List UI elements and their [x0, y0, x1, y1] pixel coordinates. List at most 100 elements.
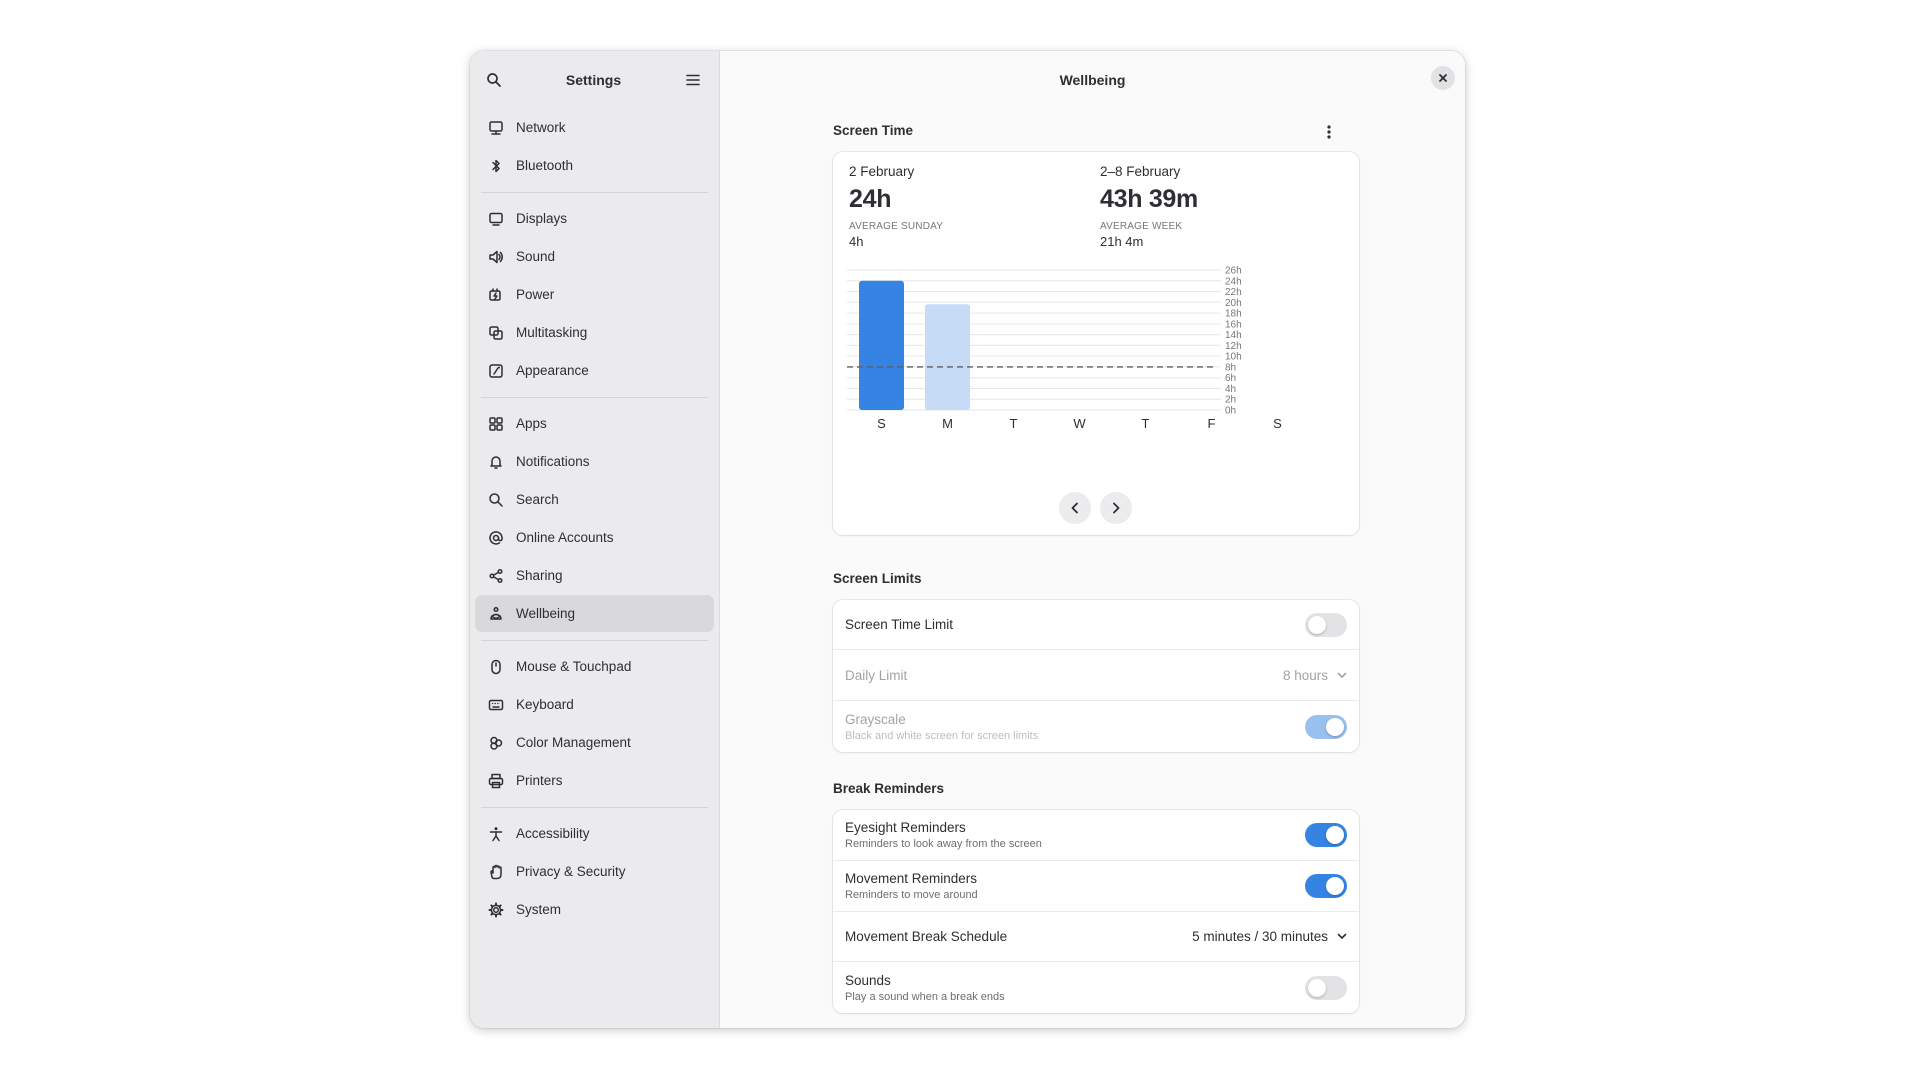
close-icon — [1439, 74, 1447, 82]
y-tick-label: 16h — [1225, 319, 1242, 330]
sidebar-item-appearance[interactable]: Appearance — [475, 352, 714, 389]
sidebar-item-printers[interactable]: Printers — [475, 762, 714, 799]
chevron-down-icon — [1337, 672, 1347, 678]
x-tick-label: S — [877, 416, 886, 431]
screen-limits-section-title: Screen Limits — [833, 571, 922, 586]
screen-time-card: 2 February 24h AVERAGE SUNDAY 4h 2–8 Feb… — [833, 152, 1359, 535]
grayscale-subtitle: Black and white screen for screen limits — [845, 729, 1039, 742]
screen-time-limit-label: Screen Time Limit — [845, 617, 954, 632]
sidebar-item-label: Apps — [516, 416, 547, 431]
y-tick-label: 22h — [1225, 287, 1242, 298]
sidebar-item-label: Sharing — [516, 568, 563, 583]
sidebar-item-label: Appearance — [516, 363, 589, 378]
sidebar-separator — [481, 807, 708, 808]
sidebar-item-multitasking[interactable]: Multitasking — [475, 314, 714, 351]
y-tick-label: 18h — [1225, 309, 1242, 320]
daily-limit-label: Daily Limit — [845, 667, 908, 683]
sidebar-item-keyboard[interactable]: Keyboard — [475, 686, 714, 723]
movement-break-schedule-row[interactable]: Movement Break Schedule 5 minutes / 30 m… — [833, 912, 1359, 962]
sidebar-separator — [481, 192, 708, 193]
search-icon — [487, 73, 501, 87]
y-tick-label: 10h — [1225, 352, 1242, 363]
screen-time-limit-row[interactable]: Screen Time Limit — [833, 600, 1359, 650]
sidebar-item-label: Color Management — [516, 735, 631, 750]
eyesight-reminders-switch[interactable] — [1305, 823, 1347, 847]
sidebar: Settings Network Bluetooth Displays Sound Po… — [470, 51, 720, 1028]
sidebar-item-label: Wellbeing — [516, 606, 576, 621]
movement-reminders-label: Movement Reminders — [845, 871, 978, 886]
y-tick-label: 8h — [1225, 362, 1236, 373]
sidebar-item-system[interactable]: System — [475, 891, 714, 928]
grayscale-row[interactable]: Grayscale Black and white screen for scr… — [833, 701, 1359, 752]
sounds-subtitle: Play a sound when a break ends — [845, 990, 1005, 1003]
chevron-down-icon — [1337, 933, 1347, 939]
movement-reminders-row[interactable]: Movement Reminders Reminders to move aro… — [833, 861, 1359, 912]
sidebar-item-displays[interactable]: Displays — [475, 200, 714, 237]
sidebar-item-color-management[interactable]: Color Management — [475, 724, 714, 761]
sidebar-item-apps[interactable]: Apps — [475, 405, 714, 442]
eyesight-reminders-row[interactable]: Eyesight Reminders Reminders to look awa… — [833, 810, 1359, 861]
sidebar-item-wellbeing[interactable]: Wellbeing — [475, 595, 714, 632]
week-average-caption: AVERAGE WEEK — [1100, 221, 1183, 232]
sidebar-item-accessibility[interactable]: Accessibility — [475, 815, 714, 852]
sidebar-item-label: Multitasking — [516, 325, 588, 340]
content-header: Wellbeing — [720, 59, 1465, 101]
kebab-menu-icon — [1327, 125, 1331, 139]
screen-time-limit-switch[interactable] — [1305, 612, 1347, 637]
sidebar-item-sharing[interactable]: Sharing — [475, 557, 714, 594]
main-menu-button[interactable] — [679, 66, 707, 94]
sidebar-item-power[interactable]: Power — [475, 276, 714, 313]
break-reminders-card: Eyesight Reminders Reminders to look awa… — [833, 810, 1359, 1013]
y-tick-label: 0h — [1225, 406, 1236, 417]
sounds-label: Sounds — [845, 972, 891, 988]
day-average-caption: AVERAGE SUNDAY — [849, 221, 944, 232]
multitasking-icon — [488, 325, 504, 341]
sounds-row[interactable]: Sounds Play a sound when a break ends — [833, 962, 1359, 1013]
sidebar-separator — [481, 397, 708, 398]
movement-reminders-switch[interactable] — [1305, 874, 1347, 898]
y-tick-label: 20h — [1225, 298, 1242, 309]
y-tick-label: 6h — [1225, 373, 1236, 384]
movement-break-schedule-label: Movement Break Schedule — [845, 929, 1008, 944]
search-icon — [488, 492, 504, 508]
x-tick-label: T — [1010, 416, 1018, 431]
sidebar-item-privacy-and-security[interactable]: Privacy & Security — [475, 853, 714, 890]
at-sign-icon — [488, 530, 504, 546]
close-button[interactable] — [1431, 66, 1455, 90]
bluetooth-icon — [488, 158, 504, 174]
appearance-icon — [488, 363, 504, 379]
sidebar-item-notifications[interactable]: Notifications — [475, 443, 714, 480]
hand-icon — [488, 864, 504, 880]
sidebar-item-mouse-and-touchpad[interactable]: Mouse & Touchpad — [475, 648, 714, 685]
x-tick-label: M — [942, 416, 953, 431]
sidebar-separator — [481, 640, 708, 641]
sidebar-item-bluetooth[interactable]: Bluetooth — [475, 147, 714, 184]
sounds-switch[interactable] — [1305, 975, 1347, 1000]
x-tick-label: F — [1208, 416, 1216, 431]
hamburger-icon — [686, 74, 700, 86]
week-total: 43h 39m — [1100, 185, 1198, 213]
daily-limit-row[interactable]: Daily Limit 8 hours — [833, 650, 1359, 701]
sidebar-item-label: Displays — [516, 211, 568, 226]
next-week-button[interactable] — [1100, 492, 1132, 524]
break-reminders-section-title: Break Reminders — [833, 781, 945, 796]
share-icon — [488, 568, 504, 584]
gear-icon — [488, 902, 504, 918]
sidebar-item-network[interactable]: Network — [475, 109, 714, 146]
sidebar-item-online-accounts[interactable]: Online Accounts — [475, 519, 714, 556]
previous-week-button[interactable] — [1059, 492, 1091, 524]
bell-icon — [488, 454, 504, 470]
bar-0 — [859, 280, 904, 410]
sidebar-item-search[interactable]: Search — [475, 481, 714, 518]
screen-time-menu-button[interactable] — [1319, 121, 1339, 143]
sidebar-item-label: Online Accounts — [516, 530, 614, 545]
printer-icon — [488, 773, 504, 789]
sidebar-item-sound[interactable]: Sound — [475, 238, 714, 275]
week-average-value: 21h 4m — [1100, 234, 1144, 249]
grayscale-switch[interactable] — [1305, 714, 1347, 739]
day-average-value: 4h — [849, 234, 864, 249]
day-stats: 2 February 24h AVERAGE SUNDAY 4h — [849, 164, 943, 249]
movement-break-schedule-value: 5 minutes / 30 minutes — [1192, 929, 1328, 944]
page-title: Wellbeing — [1059, 72, 1126, 88]
search-button[interactable] — [480, 66, 508, 94]
